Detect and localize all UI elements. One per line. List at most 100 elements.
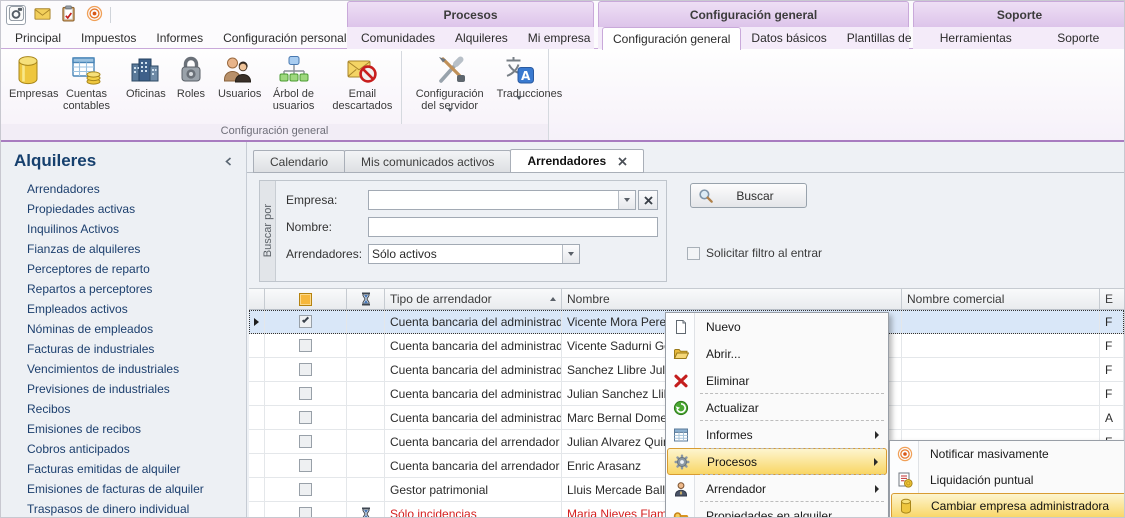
- column-header-nombre[interactable]: Nombre: [562, 289, 902, 309]
- search-button[interactable]: Buscar: [690, 183, 807, 208]
- context-menu-item[interactable]: Informes: [667, 421, 887, 448]
- row-checkbox-cell[interactable]: [265, 406, 347, 429]
- sidebar-item[interactable]: Emisiones de facturas de alquiler: [1, 479, 246, 499]
- document-tab[interactable]: Mis comunicados activos: [344, 150, 511, 173]
- row-checkbox[interactable]: [299, 435, 312, 448]
- sidebar-item[interactable]: Propiedades activas: [1, 199, 246, 219]
- row-checkbox-cell[interactable]: [265, 478, 347, 501]
- row-checkbox[interactable]: [299, 411, 312, 424]
- request-filter-checkbox[interactable]: Solicitar filtro al entrar: [687, 246, 822, 260]
- gear-icon: [673, 453, 691, 471]
- row-checkbox[interactable]: [299, 459, 312, 472]
- sidebar-item[interactable]: Fianzas de alquileres: [1, 239, 246, 259]
- row-checkbox-cell[interactable]: [265, 310, 347, 333]
- row-checkbox-cell[interactable]: [265, 454, 347, 477]
- offices-buildings-icon: [126, 53, 164, 87]
- context-menu-item[interactable]: Actualizar: [667, 394, 887, 421]
- ribbon-button[interactable]: Empresas: [5, 51, 51, 100]
- column-header-nombre-comercial[interactable]: Nombre comercial: [902, 289, 1100, 309]
- row-checkbox-cell[interactable]: [265, 382, 347, 405]
- sidebar-item[interactable]: Vencimientos de industriales: [1, 359, 246, 379]
- sidebar-item[interactable]: Empleados activos: [1, 299, 246, 319]
- sidebar-item[interactable]: Facturas de industriales: [1, 339, 246, 359]
- sidebar-item[interactable]: Nóminas de empleados: [1, 319, 246, 339]
- ribbon-tab[interactable]: Mi empresa: [518, 30, 601, 46]
- select-all-header[interactable]: [265, 289, 347, 309]
- row-checkbox[interactable]: [299, 315, 312, 328]
- collapse-chevron-icon[interactable]: [220, 153, 236, 169]
- sidebar-item[interactable]: Repartos a perceptores: [1, 279, 246, 299]
- column-header-e[interactable]: E: [1100, 289, 1124, 309]
- ribbon-tab[interactable]: Alquileres: [445, 30, 518, 46]
- ribbon-tab[interactable]: Principal: [5, 30, 71, 46]
- quick-access-button[interactable]: [32, 5, 52, 25]
- context-menu-item[interactable]: Propiedades en alquiler: [667, 502, 887, 518]
- ribbon-tab[interactable]: Comunidades: [351, 30, 445, 46]
- document-tab[interactable]: Arrendadores: [510, 149, 644, 173]
- row-checkbox-cell[interactable]: [265, 430, 347, 453]
- cell-tipo: Cuenta bancaria del administrador: [385, 334, 562, 357]
- select-all-checkbox[interactable]: [299, 293, 312, 306]
- column-header-tipo[interactable]: Tipo de arrendador: [385, 289, 562, 309]
- ribbon-button[interactable]: Configuración del servidor: [401, 51, 493, 126]
- row-checkbox[interactable]: [299, 363, 312, 376]
- nombre-input[interactable]: [369, 218, 657, 236]
- ribbon-tab[interactable]: Soporte: [1047, 30, 1109, 46]
- context-menu-item[interactable]: Eliminar: [667, 367, 887, 394]
- empresa-input[interactable]: [369, 191, 618, 209]
- ribbon-button[interactable]: Roles: [168, 51, 214, 100]
- row-checkbox[interactable]: [299, 339, 312, 352]
- submenu-item[interactable]: Cambiar empresa administradora: [891, 493, 1125, 518]
- ribbon-button[interactable]: Cuentas contables: [51, 51, 122, 112]
- close-icon[interactable]: [618, 157, 627, 166]
- arrendadores-dropdown-button[interactable]: [562, 245, 579, 263]
- ribbon-tab[interactable]: Informes: [146, 30, 213, 46]
- sidebar-item[interactable]: Traspasos de dinero individual: [1, 499, 246, 518]
- ribbon-tab[interactable]: Datos básicos: [741, 30, 836, 46]
- user-tree-icon: [264, 53, 323, 87]
- ribbon-button[interactable]: A Traducciones: [493, 51, 546, 114]
- row-checkbox[interactable]: [299, 507, 312, 518]
- quick-access-button[interactable]: [84, 5, 104, 25]
- ribbon-button[interactable]: Oficinas: [122, 51, 168, 100]
- row-checkbox[interactable]: [299, 483, 312, 496]
- ribbon-tab[interactable]: Configuración personal: [213, 30, 356, 46]
- context-menu-item[interactable]: Abrir...: [667, 340, 887, 367]
- ribbon-tab[interactable]: Impuestos: [71, 30, 146, 46]
- ribbon-button[interactable]: Árbol de usuarios: [260, 51, 327, 112]
- row-hourglass-cell: [347, 502, 385, 518]
- hourglass-column-header[interactable]: [347, 289, 385, 309]
- sidebar-item[interactable]: Cobros anticipados: [1, 439, 246, 459]
- empresa-clear-button[interactable]: [638, 190, 658, 210]
- empresa-label: Empresa:: [286, 193, 368, 207]
- sidebar-item[interactable]: Perceptores de reparto: [1, 259, 246, 279]
- cell-nombre-comercial: [902, 406, 1100, 429]
- cell-tipo: Cuenta bancaria del arrendador: [385, 430, 562, 453]
- context-menu-item[interactable]: Procesos: [667, 448, 887, 475]
- submenu-item[interactable]: Liquidación puntual: [891, 467, 1125, 493]
- row-checkbox-cell[interactable]: [265, 358, 347, 381]
- nombre-label: Nombre:: [286, 220, 368, 234]
- row-checkbox-cell[interactable]: [265, 334, 347, 357]
- ribbon-tab[interactable]: Herramientas: [930, 30, 1022, 46]
- row-checkbox-cell[interactable]: [265, 502, 347, 518]
- row-checkbox[interactable]: [299, 387, 312, 400]
- arrendadores-select[interactable]: Sólo activos: [368, 244, 580, 264]
- submenu-item[interactable]: Notificar masivamente: [891, 441, 1125, 467]
- ribbon-tab[interactable]: Configuración general: [602, 27, 741, 50]
- sidebar-item[interactable]: Inquilinos Activos: [1, 219, 246, 239]
- quick-access-button[interactable]: [6, 5, 26, 25]
- context-menu-item[interactable]: Nuevo: [667, 313, 887, 340]
- sidebar-item[interactable]: Facturas emitidas de alquiler: [1, 459, 246, 479]
- empresa-dropdown-button[interactable]: [618, 191, 635, 209]
- quick-access-button[interactable]: [58, 5, 78, 25]
- context-menu-item[interactable]: Arrendador: [667, 475, 887, 502]
- tab-group-header: Configuración general: [598, 1, 909, 27]
- sidebar-item[interactable]: Arrendadores: [1, 179, 246, 199]
- ribbon-button[interactable]: Email descartados: [327, 51, 398, 112]
- sidebar-item[interactable]: Emisiones de recibos: [1, 419, 246, 439]
- sidebar-item[interactable]: Recibos: [1, 399, 246, 419]
- ribbon-button[interactable]: Usuarios: [214, 51, 260, 100]
- sidebar-item[interactable]: Previsiones de industriales: [1, 379, 246, 399]
- document-tab[interactable]: Calendario: [253, 150, 345, 173]
